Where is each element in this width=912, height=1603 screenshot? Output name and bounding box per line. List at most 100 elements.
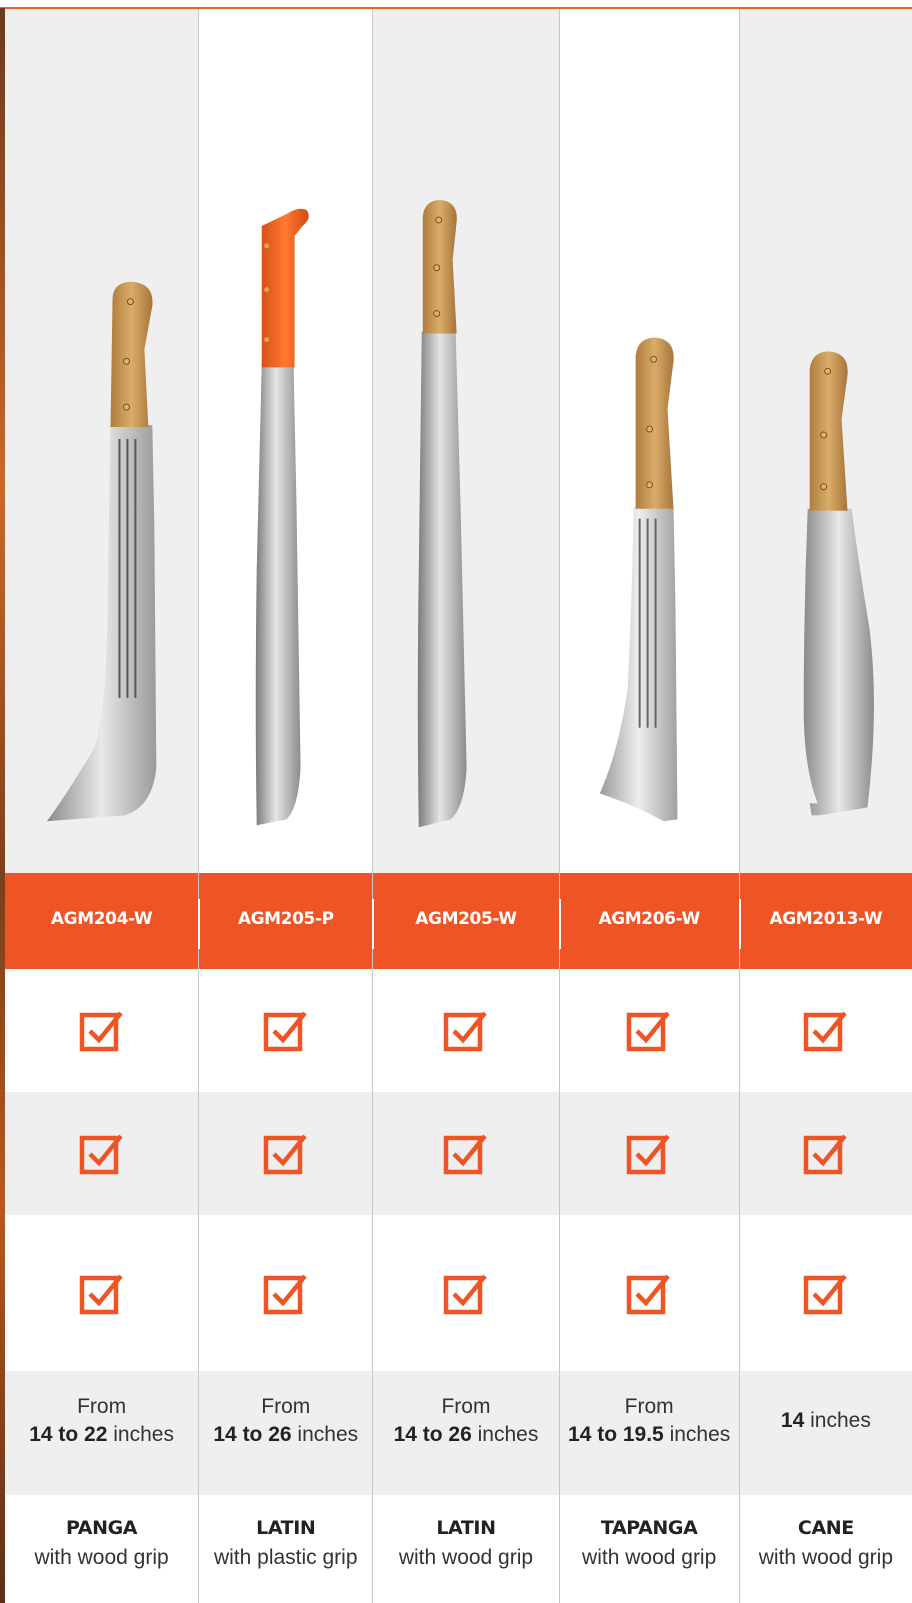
type-cell: LATIN with plastic grip (199, 1495, 373, 1603)
product-image-panga-machete (5, 9, 199, 873)
size-value: 14 (780, 1409, 805, 1432)
size-prefix: From (441, 1395, 491, 1418)
feature-row-1-cell (5, 969, 199, 1092)
machete-latin-plastic-icon (255, 208, 309, 826)
machete-type: LATIN (256, 1517, 316, 1539)
machete-type: CANE (797, 1517, 854, 1539)
checkbox-checked-icon (263, 1274, 307, 1315)
type-text: PANGA with wood grip (5, 1513, 198, 1573)
checkbox-checked-icon (443, 1011, 487, 1052)
model-header-cell: AGM205-W (372, 873, 559, 969)
checkbox-checked-icon (626, 1274, 670, 1315)
checkbox-checked-icon (803, 1134, 847, 1175)
feature-row-1-cell (739, 969, 912, 1092)
grip-description: with plastic grip (213, 1546, 358, 1569)
product-image-tapanga-machete (559, 9, 739, 873)
size-unit: inches (107, 1423, 174, 1446)
feature-row-1-cell (559, 969, 739, 1092)
feature-row-1-cell (199, 969, 373, 1092)
feature-row-2-cell (199, 1092, 373, 1215)
size-value: 14 to 26 (213, 1423, 292, 1446)
model-header-cell: AGM206-W (558, 873, 739, 969)
feature-row-2-cell (559, 1092, 739, 1215)
model-label: AGM2013-W (769, 909, 883, 929)
model-header-cell: AGM205-P (198, 873, 373, 969)
grip-description: with wood grip (34, 1546, 169, 1569)
size-unit: inches (291, 1423, 359, 1446)
size-cell: From 14 to 19.5 inches (559, 1371, 739, 1495)
model-header-cell: AGM204-W (5, 873, 199, 969)
checkbox-checked-icon (626, 1134, 670, 1175)
model-label: AGM206-W (598, 909, 700, 929)
grip-description: with wood grip (582, 1546, 717, 1569)
product-column-agm2013-w: AGM2013-W 14 inches CANE with wood grip (738, 9, 912, 1603)
checkbox-checked-icon (263, 1134, 307, 1175)
size-text: 14 inches (740, 1407, 912, 1435)
checkbox-checked-icon (803, 1011, 847, 1052)
type-cell: LATIN with wood grip (373, 1495, 559, 1603)
size-text: From 14 to 19.5 inches (560, 1393, 739, 1449)
size-cell: From 14 to 26 inches (199, 1371, 373, 1495)
checkbox-checked-icon (79, 1134, 123, 1175)
checkbox-checked-icon (79, 1274, 123, 1315)
model-label: AGM205-P (237, 909, 334, 929)
size-unit: inches (804, 1409, 871, 1432)
product-column-agm206-w: AGM206-W From 14 to 19.5 inches TAPANGA wi… (558, 9, 739, 1603)
type-text: CANE with wood grip (740, 1513, 912, 1573)
product-image-cane-machete (739, 9, 912, 873)
type-cell: TAPANGA with wood grip (559, 1495, 739, 1603)
size-prefix: From (261, 1395, 311, 1418)
feature-row-2-cell (739, 1092, 912, 1215)
product-column-agm204-w: AGM204-W From 14 to 22 inches PANGA with w… (5, 9, 199, 1603)
feature-row-2-cell (5, 1092, 199, 1215)
size-unit: inches (471, 1423, 539, 1446)
checkbox-checked-icon (443, 1134, 487, 1175)
machete-cane-icon (803, 351, 874, 816)
size-cell: 14 inches (739, 1371, 912, 1495)
feature-row-3-cell (199, 1215, 373, 1371)
checkbox-checked-icon (263, 1011, 307, 1052)
size-value: 14 to 22 (29, 1423, 108, 1446)
size-prefix: From (77, 1395, 127, 1418)
model-header-cell: AGM2013-W (738, 873, 912, 969)
checkbox-checked-icon (443, 1274, 487, 1315)
feature-row-3-cell (5, 1215, 199, 1371)
product-column-agm205-p: AGM205-P From 14 to 26 inches LATIN with p… (198, 9, 373, 1603)
size-cell: From 14 to 22 inches (5, 1371, 199, 1495)
grip-description: with wood grip (758, 1546, 893, 1569)
machete-latin-wood-icon (418, 200, 467, 828)
model-label: AGM205-W (415, 909, 517, 929)
size-value: 14 to 19.5 (568, 1423, 664, 1446)
comparison-table: AGM204-W From 14 to 22 inches PANGA with w… (5, 9, 912, 1603)
feature-row-1-cell (373, 969, 559, 1092)
checkbox-checked-icon (626, 1011, 670, 1052)
checkbox-checked-icon (803, 1274, 847, 1315)
checkbox-checked-icon (79, 1011, 123, 1052)
feature-row-3-cell (739, 1215, 912, 1371)
machete-type: TAPANGA (600, 1517, 698, 1539)
feature-row-2-cell (373, 1092, 559, 1215)
feature-row-3-cell (373, 1215, 559, 1371)
size-text: From 14 to 26 inches (199, 1393, 372, 1449)
machete-tapanga-icon (599, 337, 678, 822)
size-prefix: From (624, 1395, 674, 1418)
type-cell: CANE with wood grip (739, 1495, 912, 1603)
product-image-latin-plastic-machete (199, 9, 373, 873)
product-column-agm205-w: AGM205-W From 14 to 26 inches LATIN with w… (372, 9, 559, 1603)
machete-type: PANGA (66, 1517, 138, 1539)
product-image-latin-wood-machete (373, 9, 559, 873)
machete-panga-icon (46, 281, 157, 822)
type-text: LATIN with wood grip (373, 1513, 558, 1573)
size-value: 14 to 26 (393, 1423, 472, 1446)
model-label: AGM204-W (50, 909, 153, 929)
size-text: From 14 to 26 inches (373, 1393, 558, 1449)
grip-description: with wood grip (398, 1546, 534, 1569)
type-text: LATIN with plastic grip (199, 1513, 372, 1573)
feature-row-3-cell (559, 1215, 739, 1371)
machete-type: LATIN (436, 1517, 496, 1539)
type-cell: PANGA with wood grip (5, 1495, 199, 1603)
type-text: TAPANGA with wood grip (560, 1513, 739, 1573)
size-text: From 14 to 22 inches (5, 1393, 198, 1449)
size-unit: inches (663, 1423, 731, 1446)
size-cell: From 14 to 26 inches (373, 1371, 559, 1495)
